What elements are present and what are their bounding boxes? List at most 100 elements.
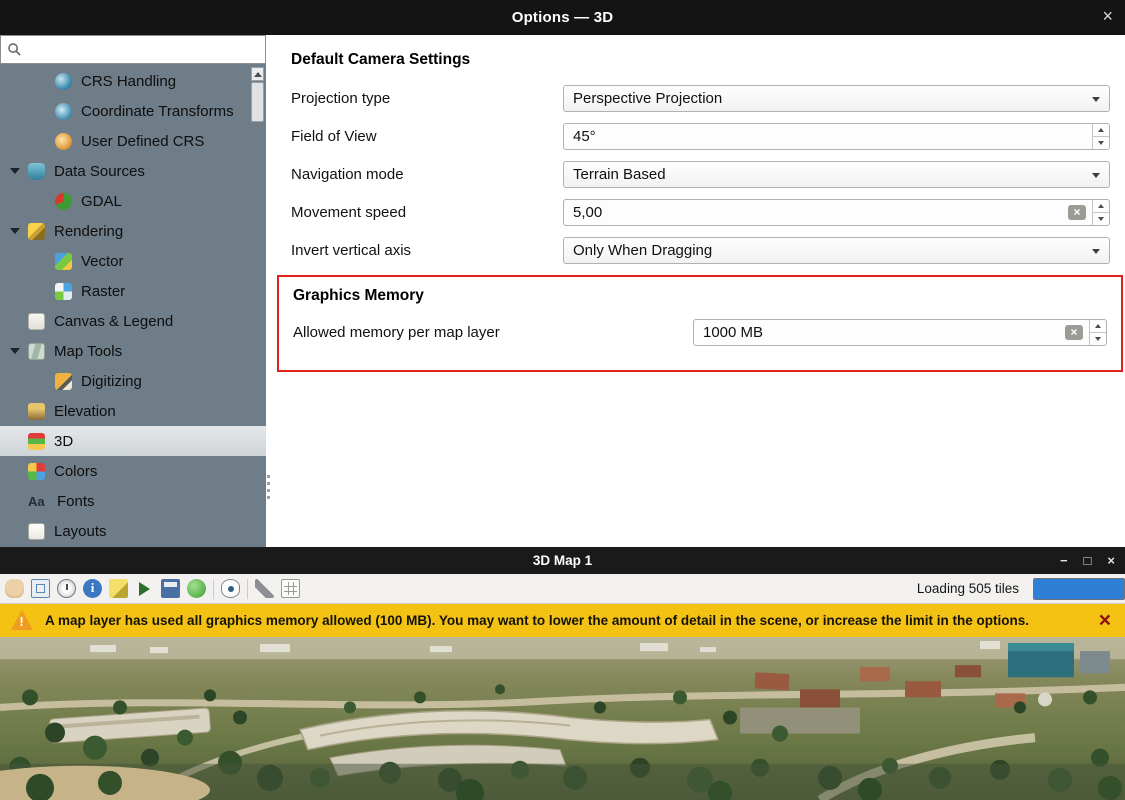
sidebar-item-canvas-legend[interactable]: Canvas & Legend [0,306,266,336]
export-3d-scene-icon[interactable] [187,579,206,598]
dropdown-caret-icon [1092,173,1100,178]
canvas-legend-icon [28,313,45,330]
sidebar-scrollbar[interactable] [251,67,264,122]
sidebar-item-label: Map Tools [54,343,122,360]
sidebar-item-digitizing[interactable]: Digitizing [0,366,266,396]
field-of-view-input[interactable]: 45° [563,123,1110,150]
search-icon [7,42,22,57]
movement-speed-input[interactable]: 5,00 × [563,199,1110,226]
effects-eye-icon[interactable] [221,579,240,598]
animation-clock-icon[interactable] [57,579,76,598]
sidebar-item-raster[interactable]: Raster [0,276,266,306]
search-box[interactable] [0,35,266,64]
screen: Options — 3D × CRS Handling [0,0,1125,800]
colors-icon [28,463,45,480]
sidebar-item-label: GDAL [81,193,122,210]
spin-up-button[interactable] [1090,320,1106,332]
scroll-up-button[interactable] [251,67,264,81]
expanded-arrow-icon[interactable] [10,348,20,354]
sidebar-item-label: Digitizing [81,373,142,390]
camera-settings-title: Default Camera Settings [291,51,1110,69]
warning-close-icon[interactable]: × [1099,610,1111,631]
scrollbar-thumb[interactable] [251,82,264,122]
clear-icon[interactable]: × [1068,205,1086,220]
sidebar-item-label: User Defined CRS [81,133,204,150]
configure-wrench-icon[interactable] [255,579,274,598]
sidebar-item-label: Fonts [57,493,95,510]
maximize-icon[interactable]: □ [1084,554,1092,567]
toolbar-separator [213,579,214,599]
elevation-icon [28,403,45,420]
navigation-mode-select[interactable]: Terrain Based [563,161,1110,188]
spin-buttons [1092,200,1109,225]
dropdown-caret-icon [1092,249,1100,254]
fonts-icon: Aa [28,493,48,510]
close-icon[interactable]: × [1107,554,1115,567]
map-window-title: 3D Map 1 [533,553,592,568]
save-image-icon[interactable] [161,579,180,598]
coordinate-transforms-icon [55,103,72,120]
expanded-arrow-icon[interactable] [10,168,20,174]
play-animation-icon[interactable] [135,579,154,598]
field-label: Field of View [291,128,563,145]
warning-icon [10,610,35,631]
sidebar-item-elevation[interactable]: Elevation [0,396,266,426]
allowed-memory-input[interactable]: 1000 MB × [693,319,1107,346]
map-titlebar[interactable]: 3D Map 1 − □ × [0,547,1125,574]
spin-up-button[interactable] [1093,200,1109,212]
expanded-arrow-icon[interactable] [10,228,20,234]
sidebar-item-gdal[interactable]: GDAL [0,186,266,216]
sidebar-item-layouts[interactable]: Layouts [0,516,266,546]
camera-pan-icon[interactable] [5,579,24,598]
toolbar-separator [247,579,248,599]
search-input[interactable] [27,36,261,63]
dialog-titlebar[interactable]: Options — 3D × [0,0,1125,35]
vector-icon [55,253,72,270]
settings-panel: Default Camera Settings Projection type … [271,35,1125,547]
3d-map-viewport[interactable] [0,637,1125,800]
minimize-icon[interactable]: − [1060,554,1068,567]
sidebar-item-data-sources[interactable]: Data Sources [0,156,266,186]
sidebar-item-rendering[interactable]: Rendering [0,216,266,246]
measure-line-icon[interactable] [109,579,128,598]
selected-value: Only When Dragging [573,242,712,259]
sidebar-item-3d[interactable]: 3D [0,426,266,456]
3d-icon [28,433,45,450]
window-buttons: − □ × [1060,547,1115,574]
sidebar-item-coordinate-transforms[interactable]: Coordinate Transforms [0,96,266,126]
zoom-full-icon[interactable] [31,579,50,598]
selected-value: Perspective Projection [573,90,722,107]
sidebar-item-crs-handling[interactable]: CRS Handling [0,66,266,96]
sidebar-item-label: Vector [81,253,124,270]
spin-down-button[interactable] [1093,136,1109,149]
warning-text: A map layer has used all graphics memory… [45,613,1089,628]
tile-loading-progressbar [1033,578,1125,600]
raster-icon [55,283,72,300]
invert-vertical-axis-select[interactable]: Only When Dragging [563,237,1110,264]
sidebar-item-label: Canvas & Legend [54,313,173,330]
user-defined-crs-icon [55,133,72,150]
sidebar-item-colors[interactable]: Colors [0,456,266,486]
spin-up-button[interactable] [1093,124,1109,136]
map-window: 3D Map 1 − □ × Loading 505 tiles [0,547,1125,800]
dialog-close-button[interactable]: × [1102,7,1113,25]
spin-down-button[interactable] [1090,332,1106,345]
sidebar-item-user-defined-crs[interactable]: User Defined CRS [0,126,266,156]
sidebar-item-label: Coordinate Transforms [81,103,234,120]
field-label: Movement speed [291,204,563,221]
sidebar-item-fonts[interactable]: Aa Fonts [0,486,266,516]
spin-down-button[interactable] [1093,212,1109,225]
field-label: Invert vertical axis [291,242,563,259]
sidebar-item-map-tools[interactable]: Map Tools [0,336,266,366]
identify-icon[interactable] [83,579,102,598]
loading-status-text: Loading 505 tiles [917,581,1019,596]
clear-icon[interactable]: × [1065,325,1083,340]
settings-sidebar: CRS Handling Coordinate Transforms User … [0,35,266,547]
projection-type-select[interactable]: Perspective Projection [563,85,1110,112]
splitter-handle[interactable] [266,35,271,547]
dialog-title: Options — 3D [512,9,614,26]
sidebar-item-vector[interactable]: Vector [0,246,266,276]
crs-handling-icon [55,73,72,90]
sidebar-item-label: 3D [54,433,73,450]
options-grid-icon[interactable] [281,579,300,598]
